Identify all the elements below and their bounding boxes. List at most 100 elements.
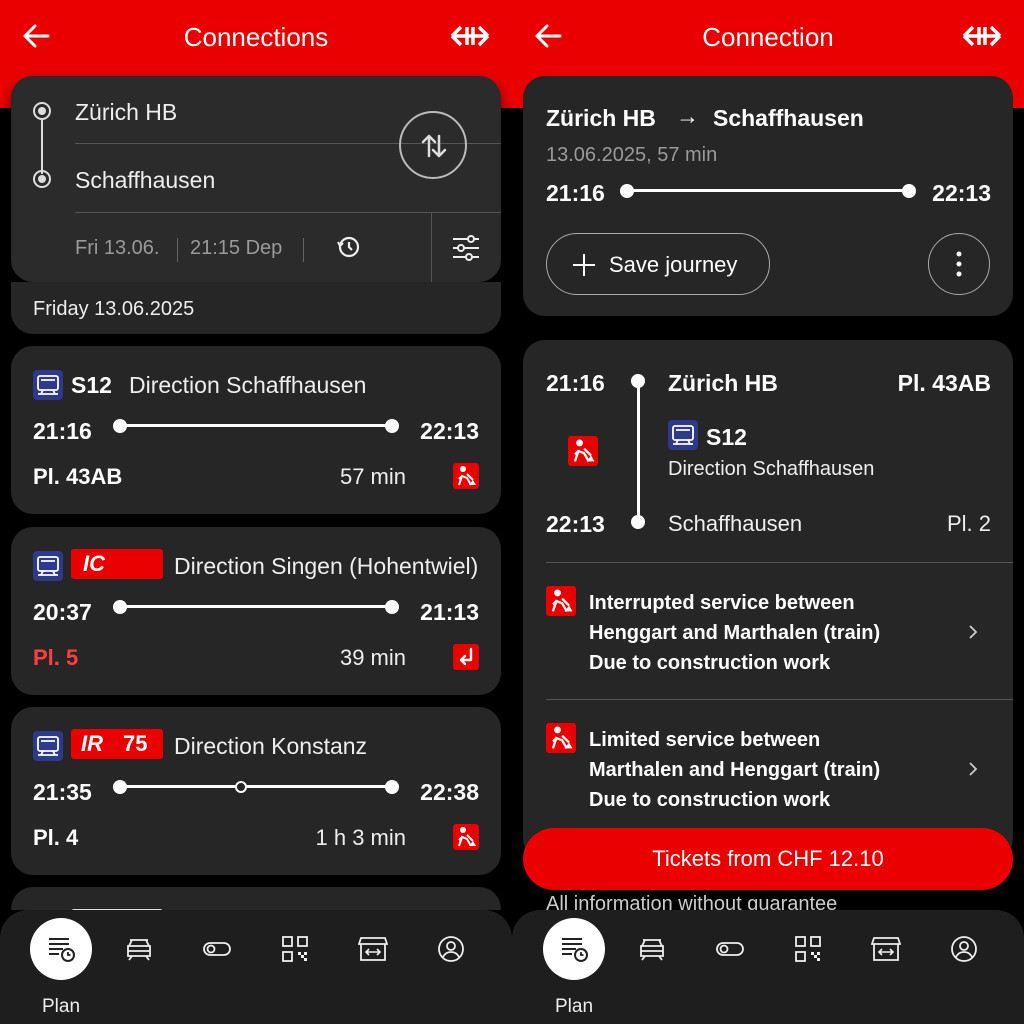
- leg-destination: Schaffhausen: [668, 511, 803, 536]
- arrival-time: 22:38: [420, 779, 479, 805]
- departure-time: 21:35: [33, 779, 92, 805]
- construction-icon: [546, 586, 576, 616]
- notice-title: Interrupted service between: [589, 592, 855, 614]
- journey-detail-card: 21:16 Zürich HB Pl. 43AB S12 Direction S…: [523, 340, 1013, 860]
- journey-summary-card: Zürich HB → Schaffhausen 13.06.2025, 57 …: [523, 76, 1013, 316]
- origin-field[interactable]: Zürich HB: [75, 99, 177, 126]
- connection-card[interactable]: IC Direction Singen (Hohentwiel) 20:37 2…: [11, 527, 501, 695]
- track-line: [119, 785, 393, 788]
- qr-code-icon[interactable]: [280, 934, 310, 964]
- track-stop: [235, 781, 247, 793]
- platform: Pl. 4: [33, 825, 79, 850]
- destination-dot-icon: [33, 170, 51, 188]
- notice-item[interactable]: Interrupted service between Henggart and…: [523, 576, 1013, 676]
- station-icon[interactable]: [637, 934, 667, 964]
- departure-time: 20:37: [33, 599, 92, 625]
- leg-direction: Direction Schaffhausen: [668, 458, 875, 480]
- track-end: [902, 184, 916, 198]
- shop-icon[interactable]: [358, 934, 388, 964]
- leg-end-dot: [631, 515, 645, 529]
- sbb-logo-icon: [450, 25, 490, 47]
- platform-change-icon: [453, 644, 479, 670]
- summary-destination: Schaffhausen: [713, 105, 864, 131]
- destination-field[interactable]: Schaffhausen: [75, 167, 215, 194]
- toggle-icon[interactable]: [202, 934, 232, 964]
- more-button[interactable]: [928, 233, 990, 295]
- direction: Direction Schaffhausen: [129, 372, 367, 398]
- notice-reason: Due to construction work: [589, 652, 831, 674]
- clock-history-icon[interactable]: [336, 234, 362, 260]
- connection-card[interactable]: IR 75 Direction Konstanz 21:35 22:38 Pl.…: [11, 707, 501, 875]
- nav-plan-label: Plan: [554, 996, 594, 1017]
- track-line: [627, 189, 907, 192]
- notice-title-cont: Henggart and Marthalen (train): [589, 622, 881, 644]
- filter-icon[interactable]: [451, 234, 481, 262]
- header: Connection: [512, 0, 1024, 76]
- line-type: IR: [81, 731, 103, 756]
- date-heading: Friday 13.06.2025: [33, 298, 195, 320]
- train-icon: [33, 551, 63, 581]
- timetable-icon: [562, 938, 588, 962]
- construction-icon: [546, 723, 576, 753]
- qr-code-icon[interactable]: [793, 934, 823, 964]
- direction: Direction Konstanz: [174, 733, 368, 759]
- tickets-button[interactable]: Tickets from CHF 12.10: [523, 828, 1013, 890]
- leg-arrival: 22:13: [546, 511, 605, 537]
- chevron-right-icon: [969, 762, 978, 776]
- leg-origin: Zürich HB: [668, 370, 778, 396]
- leg-departure: 21:16: [546, 370, 605, 396]
- line-number: IC: [83, 551, 105, 576]
- platform: Pl. 43AB: [33, 464, 123, 489]
- duration: 1 h 3 min: [315, 825, 407, 850]
- duration: 39 min: [339, 645, 406, 670]
- duration: 57 min: [339, 464, 406, 489]
- divider: [75, 212, 501, 213]
- summary-date-duration: 13.06.2025, 57 min: [546, 144, 718, 166]
- ic-badge: IC: [71, 549, 163, 579]
- divider: [177, 238, 178, 262]
- summary-arrival: 22:13: [932, 180, 991, 206]
- train-icon: [33, 370, 63, 400]
- summary-arrow: →: [676, 103, 699, 129]
- time-field[interactable]: 21:15 Dep: [190, 237, 282, 260]
- construction-icon: [453, 824, 479, 850]
- notice-title: Limited service between: [589, 729, 821, 751]
- line-number: 75: [123, 731, 148, 756]
- arrival-time: 21:13: [420, 599, 479, 625]
- swap-icon: [421, 134, 447, 158]
- connections-screen: Connections Zürich HB Schaffhausen Fri 1…: [0, 0, 512, 1024]
- nav-plan-button[interactable]: [30, 918, 92, 980]
- divider: [546, 699, 1013, 700]
- train-icon: [668, 420, 698, 450]
- toggle-icon[interactable]: [715, 934, 745, 964]
- station-icon[interactable]: [124, 934, 154, 964]
- track-line: [119, 424, 393, 427]
- direction: Direction Singen (Hohentwiel): [174, 553, 479, 579]
- nav-plan-button[interactable]: [543, 918, 605, 980]
- arrival-time: 22:13: [420, 418, 479, 444]
- profile-icon[interactable]: [436, 934, 466, 964]
- leg-origin-platform: Pl. 43AB: [897, 370, 991, 396]
- save-journey-button[interactable]: Save journey: [546, 233, 770, 295]
- chevron-right-icon: [969, 625, 978, 639]
- shop-icon[interactable]: [871, 934, 901, 964]
- construction-icon: [568, 436, 598, 466]
- summary-origin: Zürich HB: [546, 105, 656, 131]
- platform: Pl. 5: [33, 645, 79, 670]
- track-end: [385, 600, 399, 614]
- line-number: S12: [71, 372, 112, 398]
- connection-card[interactable]: S12 Direction Schaffhausen 21:16 22:13 P…: [11, 346, 501, 514]
- leg-line-number: S12: [706, 424, 747, 450]
- origin-dot-icon: [33, 102, 51, 120]
- profile-icon[interactable]: [949, 934, 979, 964]
- date-field[interactable]: Fri 13.06.: [75, 237, 159, 260]
- route-line: [41, 120, 43, 174]
- leg-destination-platform: Pl. 2: [946, 511, 991, 536]
- bottom-nav: Plan: [0, 910, 512, 1024]
- track-end: [385, 780, 399, 794]
- summary-departure: 21:16: [546, 180, 605, 206]
- swap-button[interactable]: [399, 111, 467, 179]
- notice-item[interactable]: Limited service between Marthalen and He…: [523, 713, 1013, 813]
- nav-plan-label: Plan: [41, 996, 81, 1017]
- track-line: [119, 605, 393, 608]
